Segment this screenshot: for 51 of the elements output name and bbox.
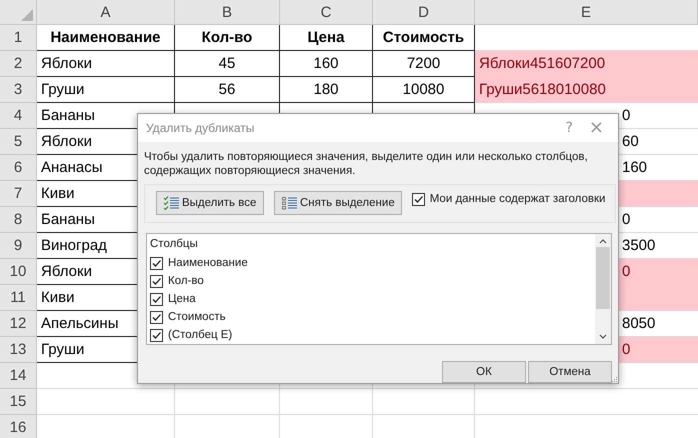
row-header[interactable]: 15 <box>0 389 37 415</box>
row-header[interactable]: 7 <box>0 181 37 207</box>
checkbox[interactable] <box>150 256 163 270</box>
column-header[interactable]: B <box>175 0 280 25</box>
table-cell: Стоимость <box>373 25 475 51</box>
row-header[interactable]: 13 <box>0 337 37 363</box>
column-header[interactable]: A <box>37 0 175 25</box>
column-header[interactable]: C <box>280 0 373 25</box>
checklist-icon <box>163 196 179 210</box>
row-header[interactable]: 16 <box>0 415 37 438</box>
list-icon <box>281 196 297 210</box>
table-cell: 180 <box>280 77 373 103</box>
table-cell: 45 <box>175 51 280 77</box>
cancel-button[interactable]: Отмена <box>528 361 612 383</box>
row-header[interactable]: 3 <box>0 77 37 103</box>
row-header[interactable]: 11 <box>0 285 37 311</box>
row-header[interactable]: 12 <box>0 311 37 337</box>
scroll-up-icon <box>598 237 608 245</box>
checkbox[interactable] <box>150 292 163 306</box>
row-header[interactable]: 9 <box>0 233 37 259</box>
checkbox[interactable] <box>412 192 425 206</box>
scroll-thumb[interactable] <box>596 247 610 309</box>
unselect-all-button[interactable]: Снять выделение <box>274 191 402 216</box>
table-cell: 160 <box>280 51 373 77</box>
corner-triangle-icon <box>21 9 33 21</box>
row-header[interactable]: 8 <box>0 207 37 233</box>
row-header[interactable]: 5 <box>0 129 37 155</box>
table-cell: Яблоки451607200 <box>475 51 698 77</box>
row-header[interactable]: 6 <box>0 155 37 181</box>
row-header[interactable]: 1 <box>0 25 37 51</box>
ok-button[interactable]: ОК <box>442 361 526 383</box>
row-header[interactable]: 10 <box>0 259 37 285</box>
row-header[interactable]: 2 <box>0 51 37 77</box>
checkbox[interactable] <box>150 274 163 288</box>
row-header[interactable]: 4 <box>0 103 37 129</box>
checkbox[interactable] <box>150 328 163 342</box>
row-header[interactable]: 14 <box>0 363 37 389</box>
checkbox-label: Мои данные содержат заголовки <box>430 193 606 206</box>
table-cell: Наименование <box>37 25 175 51</box>
table-cell: Кол-во <box>175 25 280 51</box>
select-all-button[interactable]: Выделить все <box>156 191 264 216</box>
scrollbar[interactable] <box>595 234 611 344</box>
checkbox[interactable] <box>150 310 163 324</box>
table-cell: Цена <box>280 25 373 51</box>
table-cell: Яблоки <box>37 51 175 77</box>
scroll-down-icon <box>598 333 608 341</box>
table-cell: 56 <box>175 77 280 103</box>
column-header[interactable]: D <box>373 0 475 25</box>
column-header[interactable]: E <box>475 0 698 25</box>
table-cell: Груши <box>37 77 175 103</box>
table-cell: Груши5618010080 <box>475 77 698 103</box>
